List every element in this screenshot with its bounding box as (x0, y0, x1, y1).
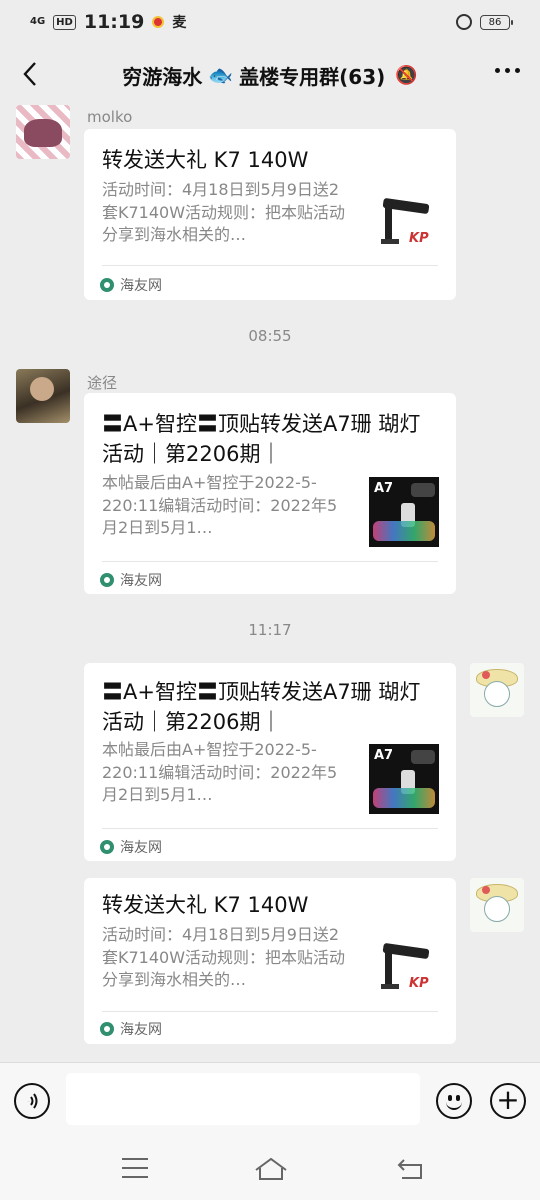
thumb-logo: KP (409, 976, 429, 991)
alarm-icon (456, 14, 472, 30)
timestamp: 08:55 (248, 327, 292, 345)
avatar-self[interactable] (470, 663, 524, 717)
input-bar: + (0, 1062, 540, 1138)
source-icon (100, 1022, 114, 1036)
timestamp: 11:17 (248, 621, 292, 639)
chevron-left-icon (23, 62, 36, 86)
card-divider (102, 828, 438, 829)
system-nav-bar (0, 1138, 540, 1200)
status-bar: 4G HD 11:19 麦 86 (0, 0, 540, 44)
home-icon (255, 1157, 287, 1180)
source-label: 海友网 (120, 840, 162, 856)
plus-icon: + (496, 1083, 520, 1116)
source-icon (100, 840, 114, 854)
card-title: 〓A+智控〓顶贴转发送A7珊 瑚灯活动｜第2206期｜ (102, 680, 421, 734)
source-icon (100, 573, 114, 587)
thumb-label: A7 (374, 748, 394, 763)
more-options-button[interactable] (495, 68, 520, 73)
card-description: 本帖最后由A+智控于2022-5-220:11编辑活动时间：2022年5月2日到… (102, 740, 338, 804)
sender-name: molko (87, 108, 133, 126)
hd-badge: HD (53, 14, 76, 30)
card-source: 海友网 (100, 837, 162, 857)
back-button[interactable] (12, 56, 48, 92)
chat-title: 穷游海水 🐟 盖楼专用群(63) 🔕 (122, 61, 417, 90)
home-button[interactable] (254, 1156, 287, 1180)
notification-icon (152, 16, 165, 28)
avatar-molko[interactable] (16, 105, 70, 159)
card-thumbnail: KP (371, 930, 441, 1000)
voice-icon (26, 1093, 38, 1109)
back-icon (397, 1159, 422, 1179)
card-divider (102, 561, 438, 562)
sender-name: 途径 (87, 374, 118, 392)
link-card[interactable]: 转发送大礼 K7 140W 活动时间：4月18日到5月9日送2套K7140W活动… (84, 878, 456, 1044)
link-card[interactable]: 〓A+智控〓顶贴转发送A7珊 瑚灯活动｜第2206期｜ 本帖最后由A+智控于20… (84, 393, 456, 594)
network-indicator: 4G (30, 16, 46, 27)
link-card[interactable]: 〓A+智控〓顶贴转发送A7珊 瑚灯活动｜第2206期｜ 本帖最后由A+智控于20… (84, 663, 456, 861)
source-icon (100, 278, 114, 292)
card-description: 本帖最后由A+智控于2022-5-220:11编辑活动时间：2022年5月2日到… (102, 473, 338, 537)
card-source: 海友网 (100, 275, 162, 295)
card-thumbnail: KP (371, 185, 441, 255)
card-divider (102, 1011, 438, 1012)
card-title: 转发送大礼 K7 140W (102, 893, 309, 917)
avatar-tujing[interactable] (16, 369, 70, 423)
card-source: 海友网 (100, 570, 162, 590)
dot-icon (495, 68, 500, 73)
source-label: 海友网 (120, 278, 162, 294)
voice-button[interactable] (14, 1083, 50, 1119)
chat-title-prefix: 穷游海水 (122, 64, 203, 89)
link-card[interactable]: 转发送大礼 K7 140W 活动时间：4月18日到5月9日送2套K7140W活动… (84, 129, 456, 300)
thumb-label: A7 (374, 481, 394, 496)
emoji-button[interactable] (436, 1083, 472, 1119)
card-source: 海友网 (100, 1019, 162, 1039)
avatar-self[interactable] (470, 878, 524, 932)
clock: 11:19 (83, 11, 145, 33)
chat-header: 穷游海水 🐟 盖楼专用群(63) 🔕 (0, 44, 540, 106)
card-divider (102, 265, 438, 266)
card-thumbnail: A7 (369, 744, 439, 814)
chat-title-suffix: 盖楼专用群(63) (239, 64, 386, 89)
dot-icon (505, 68, 510, 73)
source-label: 海友网 (120, 1022, 162, 1038)
card-thumbnail: A7 (369, 477, 439, 547)
more-actions-button[interactable]: + (490, 1083, 526, 1119)
card-title: 转发送大礼 K7 140W (102, 148, 309, 172)
system-back-button[interactable] (396, 1156, 426, 1180)
card-title: 〓A+智控〓顶贴转发送A7珊 瑚灯活动｜第2206期｜ (102, 412, 421, 466)
mute-bell-icon: 🔕 (395, 64, 418, 86)
message-input[interactable] (66, 1073, 420, 1125)
dot-icon (515, 68, 520, 73)
fish-emoji-icon: 🐟 (208, 63, 234, 87)
battery-icon: 86 (480, 14, 513, 30)
card-description: 活动时间：4月18日到5月9日送2套K7140W活动规则：把本贴活动分享到海水相… (102, 180, 346, 244)
card-description: 活动时间：4月18日到5月9日送2套K7140W活动规则：把本贴活动分享到海水相… (102, 925, 346, 989)
menu-button[interactable] (122, 1158, 148, 1178)
source-label: 海友网 (120, 573, 162, 589)
thumb-logo: KP (409, 231, 429, 246)
app-notification-icon: 麦 (172, 15, 187, 31)
